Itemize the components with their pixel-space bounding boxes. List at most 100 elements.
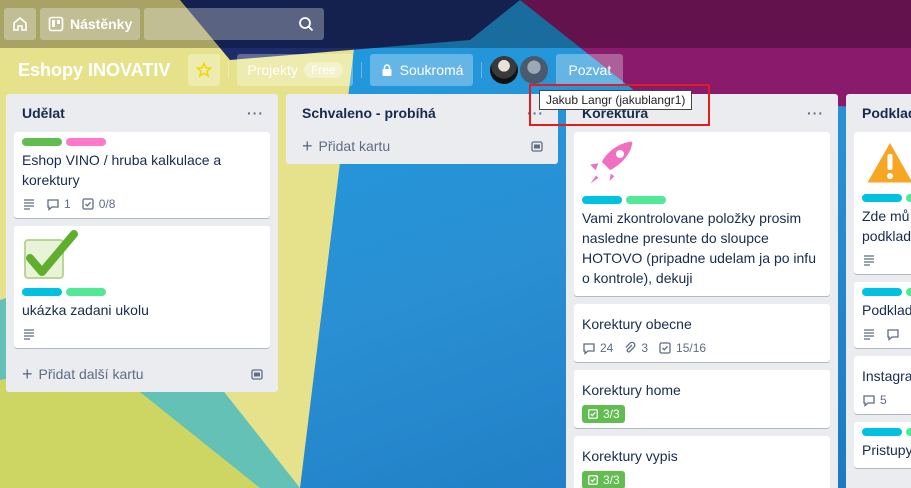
lock-icon: [382, 64, 392, 76]
add-card-button[interactable]: + Přidat další kartu: [14, 356, 270, 392]
add-card-button[interactable]: + Přidat kartu: [294, 128, 550, 164]
checklist-count: 3/3: [603, 407, 620, 421]
star-icon: [196, 62, 213, 78]
card-title: Zde mů podklad: [862, 208, 911, 244]
card-badges: [22, 324, 262, 344]
card[interactable]: Eshop VINO / hruba kalkulace a korektury…: [14, 132, 270, 218]
card[interactable]: ukázka zadani ukolu: [14, 226, 270, 348]
visibility-button[interactable]: Soukromá: [369, 54, 474, 86]
description-badge: [22, 327, 36, 341]
checklist-complete-badge: 3/3: [582, 405, 625, 423]
card[interactable]: Korektury vypis 3/3: [574, 436, 830, 488]
search-input[interactable]: [144, 8, 325, 40]
list-udelat: Udělat ··· Eshop VINO / hruba kalkulace …: [6, 94, 278, 392]
star-button[interactable]: [188, 54, 221, 86]
card-badges: 5: [862, 390, 911, 410]
label-sky: [862, 288, 902, 296]
card[interactable]: Podklad: [854, 282, 911, 348]
comments-badge: 5: [862, 393, 887, 407]
label-sky: [22, 288, 62, 296]
card-title: Korektury home: [582, 382, 681, 398]
description-icon: [24, 199, 34, 210]
comment-icon: [583, 343, 595, 355]
checkmark-icon: [24, 230, 78, 279]
boards-icon: [48, 16, 64, 32]
top-bar: Nástěnky: [0, 0, 911, 48]
card[interactable]: Pristupy: [854, 422, 911, 468]
card[interactable]: Zde mů podklad: [854, 132, 911, 274]
checklist-badge: 0/8: [81, 197, 115, 211]
header-divider: [228, 62, 230, 78]
card-badges: 24 3 15/16: [582, 338, 822, 358]
avatar[interactable]: [520, 56, 549, 84]
list-title[interactable]: Podklad: [862, 105, 911, 121]
card-labels: [862, 194, 911, 202]
search-icon: [299, 17, 314, 32]
member-avatars: [490, 56, 549, 84]
checklist-complete-badge: 3/3: [582, 471, 625, 488]
card-title: ukázka zadani ukolu: [22, 302, 149, 318]
boards-button[interactable]: Nástěnky: [40, 8, 141, 40]
label-green: [22, 138, 62, 146]
board-title[interactable]: Eshopy INOVATIV: [8, 54, 180, 86]
label-lime: [66, 288, 106, 296]
invite-button[interactable]: Pozvat: [556, 54, 624, 86]
warning-icon: [863, 138, 911, 186]
card[interactable]: Vami zkontrolovane položky prosim nasled…: [574, 132, 830, 296]
label-sky: [862, 194, 902, 202]
label-lime: [906, 288, 911, 296]
card[interactable]: Korektury obecne 24 3 15/16: [574, 304, 830, 362]
avatar[interactable]: [490, 56, 519, 84]
list-header[interactable]: Podklad: [854, 94, 911, 132]
label-pink: [66, 138, 106, 146]
checklist-badge: 15/16: [658, 341, 706, 355]
more-icon[interactable]: ···: [807, 105, 824, 121]
list-title[interactable]: Udělat: [22, 105, 65, 121]
boards-label: Nástěnky: [70, 16, 133, 32]
attachments-badge: 3: [623, 341, 648, 355]
description-icon: [864, 329, 874, 340]
comment-icon: [863, 395, 875, 407]
card-title: Korektury vypis: [582, 448, 678, 464]
home-icon: [13, 16, 27, 31]
card-cover: [862, 136, 911, 190]
card-badges: 3/3: [582, 404, 822, 424]
list-header[interactable]: Udělat ···: [14, 94, 270, 132]
template-icon[interactable]: [530, 139, 544, 153]
card[interactable]: Korektury home 3/3: [574, 370, 830, 428]
comments-count: 24: [600, 341, 614, 355]
label-sky: [862, 428, 902, 436]
list-header[interactable]: Schvaleno - probíhá ···: [294, 94, 550, 132]
attachments-count: 3: [641, 341, 649, 355]
checklist-count: 3/3: [603, 473, 620, 487]
add-card-label: Přidat další kartu: [38, 366, 144, 382]
card-labels: [22, 288, 262, 296]
list-title[interactable]: Schvaleno - probíhá: [302, 105, 436, 121]
comments-badge: 1: [46, 197, 71, 211]
card-title: Vami zkontrolovane položky prosim nasled…: [582, 210, 816, 286]
card[interactable]: Instagra 5: [854, 356, 911, 414]
checklist-icon: [82, 198, 94, 210]
workspace-button[interactable]: Projekty Free: [237, 54, 353, 86]
card-badges: 3/3: [582, 470, 822, 488]
checklist-count: 15/16: [676, 341, 707, 355]
list-korektura: Korektura ··· Vami zkontrolovane položky…: [566, 94, 838, 488]
header-divider: [360, 62, 362, 78]
card-badges: [862, 250, 911, 270]
comments-badge: 24: [582, 341, 613, 355]
label-sky: [582, 196, 622, 204]
plan-badge: Free: [303, 62, 343, 78]
template-icon[interactable]: [250, 367, 264, 381]
card-title: Eshop VINO / hruba kalkulace a korektury: [22, 152, 222, 188]
checklist-icon: [588, 475, 598, 485]
checklist-icon: [588, 409, 598, 419]
comment-icon: [47, 199, 59, 211]
tooltip-highlight-box: [529, 84, 710, 126]
card-badges: 1 0/8: [22, 194, 262, 214]
card-title: Korektury obecne: [582, 316, 692, 332]
card-labels: [582, 196, 822, 204]
home-button[interactable]: [4, 8, 36, 40]
header-divider: [481, 62, 483, 78]
card-title: Instagra: [862, 368, 911, 384]
more-icon[interactable]: ···: [247, 105, 264, 121]
